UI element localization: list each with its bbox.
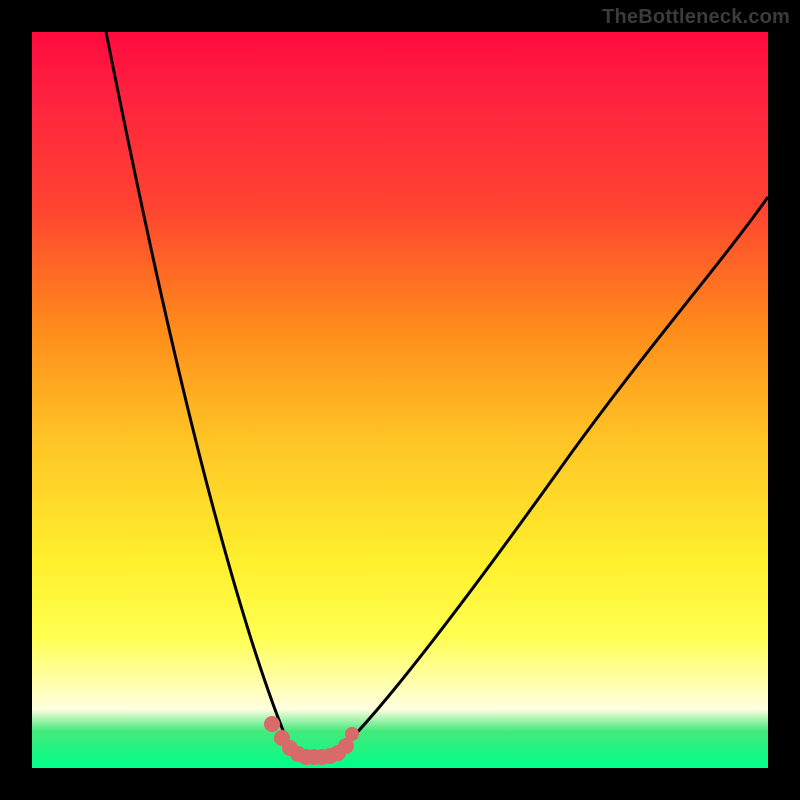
curve-layer (32, 32, 768, 768)
bottom-marker-series (264, 716, 359, 765)
right-arm-curve (348, 197, 768, 742)
left-arm-curve (106, 32, 292, 752)
marker-dot (345, 727, 359, 741)
plot-area (32, 32, 768, 768)
chart-frame: TheBottleneck.com (0, 0, 800, 800)
marker-dot (264, 716, 280, 732)
watermark-text: TheBottleneck.com (602, 6, 790, 29)
